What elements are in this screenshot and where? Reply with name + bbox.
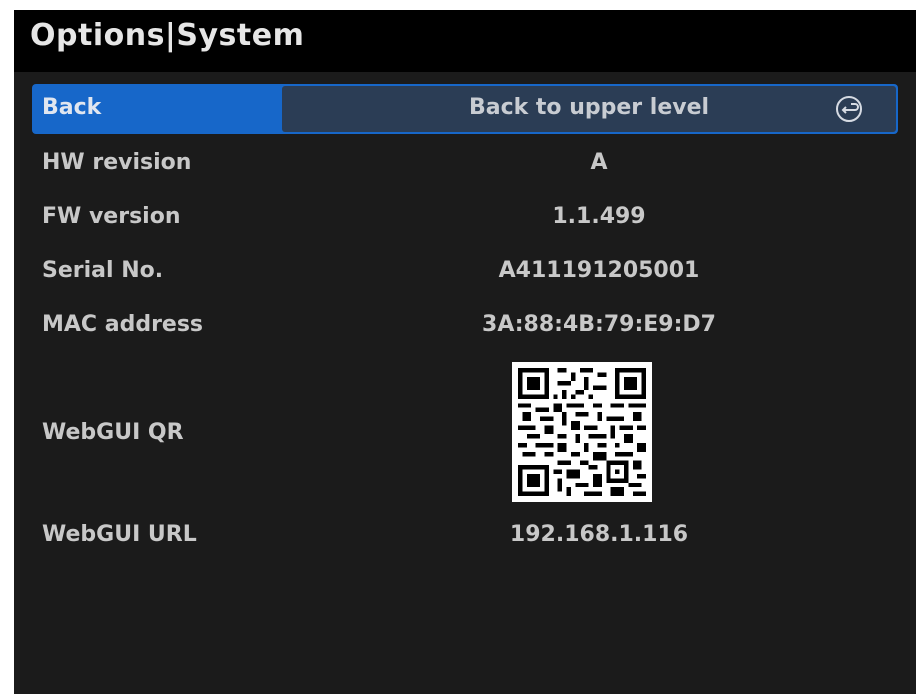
back-label: Back: [42, 95, 102, 120]
title-bar: Options|System: [14, 10, 916, 72]
serial-no-value: A411191205001: [498, 258, 700, 283]
serial-no-row[interactable]: Serial No. A411191205001: [32, 258, 898, 298]
webgui-qr-row[interactable]: WebGUI QR: [32, 420, 898, 460]
webgui-qr-code: [512, 362, 652, 502]
page-title: Options|System: [30, 18, 305, 53]
system-options-screen: Options|System Back Back to upper level …: [14, 10, 916, 694]
back-menu-item[interactable]: Back Back to upper level: [32, 84, 898, 134]
qr-code-icon: [518, 368, 646, 496]
back-to-upper-level-label: Back to upper level: [468, 95, 710, 120]
fw-version-value: 1.1.499: [552, 204, 646, 229]
mac-address-label: MAC address: [42, 312, 204, 337]
fw-version-label: FW version: [42, 204, 181, 229]
serial-no-label: Serial No.: [42, 258, 164, 283]
hw-revision-value: A: [590, 150, 608, 175]
mac-address-value: 3A:88:4B:79:E9:D7: [482, 312, 716, 337]
webgui-qr-label: WebGUI QR: [42, 420, 184, 445]
hw-revision-row[interactable]: HW revision A: [32, 150, 898, 190]
hw-revision-label: HW revision: [42, 150, 192, 175]
webgui-url-label: WebGUI URL: [42, 522, 197, 547]
mac-address-row[interactable]: MAC address 3A:88:4B:79:E9:D7: [32, 312, 898, 352]
webgui-url-row[interactable]: WebGUI URL 192.168.1.116: [32, 522, 898, 562]
fw-version-row[interactable]: FW version 1.1.499: [32, 204, 898, 244]
back-to-upper-level-button[interactable]: Back to upper level: [282, 86, 896, 132]
back-arrow-circle-icon[interactable]: [834, 94, 864, 124]
webgui-url-value: 192.168.1.116: [509, 522, 689, 547]
